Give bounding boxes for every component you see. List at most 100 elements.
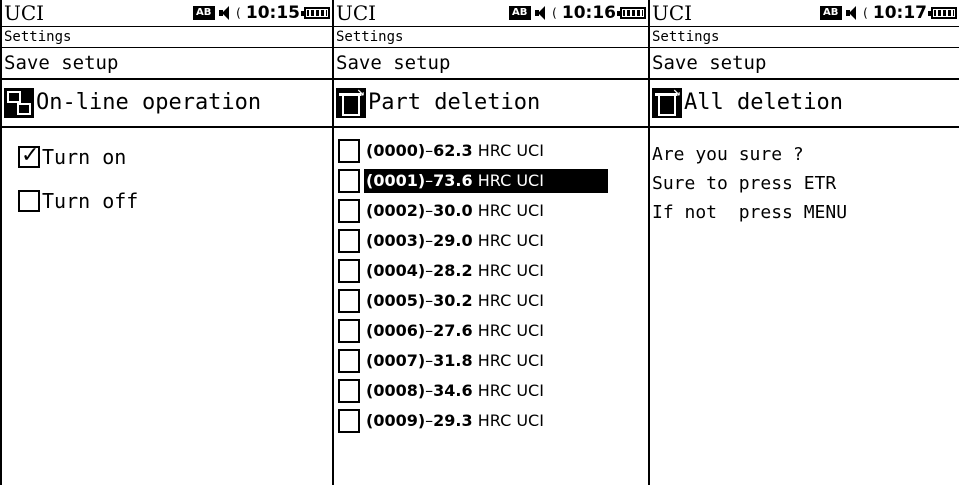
record-row[interactable]: (0006)–27.6 HRC UCI	[334, 316, 648, 346]
trash-all-icon: ↘	[652, 88, 682, 118]
app-title: UCI	[652, 1, 693, 25]
clock-time: 10:16	[561, 3, 616, 23]
record-checkbox[interactable]	[338, 379, 360, 403]
record-value: 30.2	[433, 291, 473, 310]
record-id: (0006)	[366, 321, 426, 340]
record-checkbox[interactable]	[338, 409, 360, 433]
status-bar: UCI AB ( 10:15	[2, 0, 332, 27]
online-operation-icon	[4, 88, 34, 118]
option-label: Turn off	[42, 189, 139, 213]
menu-header: ↘ Part deletion	[334, 80, 648, 128]
record-row[interactable]: (0003)–29.0 HRC UCI	[334, 226, 648, 256]
record-value: 34.6	[433, 381, 473, 400]
menu-header: On-line operation	[2, 80, 332, 128]
status-bar: UCI AB ( 10:17	[650, 0, 959, 27]
record-id: (0007)	[366, 351, 426, 370]
screen-part-deletion: UCI AB ( 10:16 Settings Save setup ↘ Par…	[332, 0, 648, 485]
record-checkbox[interactable]	[338, 139, 360, 163]
record-id: (0009)	[366, 411, 426, 430]
record-row-selected[interactable]: (0001)–73.6 HRC UCI	[334, 166, 648, 196]
record-checkbox[interactable]	[338, 289, 360, 313]
confirm-line: Sure to press ETR	[652, 173, 837, 194]
battery-icon	[928, 7, 957, 19]
save-setup-item[interactable]: Save setup	[2, 48, 332, 80]
record-text: (0006)–27.6 HRC UCI	[366, 321, 544, 340]
record-text: (0009)–29.3 HRC UCI	[366, 411, 544, 430]
record-unit: HRC UCI	[477, 291, 544, 310]
record-checkbox[interactable]	[338, 169, 360, 193]
option-label: Turn on	[42, 145, 127, 169]
record-checkbox[interactable]	[338, 319, 360, 343]
save-setup-item[interactable]: Save setup	[334, 48, 648, 80]
record-value: 29.0	[433, 231, 473, 250]
record-row[interactable]: (0008)–34.6 HRC UCI	[334, 376, 648, 406]
record-row[interactable]: (0007)–31.8 HRC UCI	[334, 346, 648, 376]
clock-time: 10:17	[872, 3, 927, 23]
record-text: (0008)–34.6 HRC UCI	[366, 381, 544, 400]
sound-wave-icon: (	[861, 6, 869, 20]
record-list: (0000)–62.3 HRC UCI (0001)–73.6 HRC UCI …	[334, 136, 648, 436]
battery-icon	[617, 7, 646, 19]
record-row[interactable]: (0009)–29.3 HRC UCI	[334, 406, 648, 436]
record-text: (0003)–29.0 HRC UCI	[366, 231, 544, 250]
input-mode-icon: AB	[508, 6, 531, 20]
breadcrumb: Settings	[2, 27, 332, 48]
checkbox-checked-icon[interactable]	[18, 143, 40, 168]
app-title: UCI	[4, 1, 45, 25]
record-row[interactable]: (0002)–30.0 HRC UCI	[334, 196, 648, 226]
save-setup-item[interactable]: Save setup	[650, 48, 959, 80]
trash-icon: ↘	[336, 88, 366, 118]
app-title: UCI	[336, 1, 377, 25]
record-id: (0003)	[366, 231, 426, 250]
sound-wave-icon: (	[550, 6, 558, 20]
option-turn-off[interactable]: Turn off	[18, 184, 332, 218]
input-mode-icon: AB	[192, 6, 215, 20]
record-value: 27.6	[433, 321, 473, 340]
status-bar: UCI AB ( 10:16	[334, 0, 648, 27]
record-checkbox[interactable]	[338, 349, 360, 373]
record-text: (0000)–62.3 HRC UCI	[366, 141, 544, 160]
record-unit: HRC UCI	[477, 201, 544, 220]
record-unit: HRC UCI	[477, 411, 544, 430]
checkbox-unchecked-icon[interactable]	[18, 190, 40, 212]
speaker-icon	[845, 5, 860, 21]
record-id: (0002)	[366, 201, 426, 220]
screen-online-operation: UCI AB ( 10:15 Settings Save setup On-li…	[0, 0, 332, 485]
record-unit: HRC UCI	[477, 261, 544, 280]
record-row[interactable]: (0005)–30.2 HRC UCI	[334, 286, 648, 316]
input-mode-icon: AB	[819, 6, 842, 20]
screen-all-deletion: UCI AB ( 10:17 Settings Save setup ↘ All…	[648, 0, 959, 485]
record-row[interactable]: (0000)–62.3 HRC UCI	[334, 136, 648, 166]
record-unit: HRC UCI	[477, 351, 544, 370]
speaker-icon	[218, 5, 233, 21]
header-title: Part deletion	[368, 90, 541, 115]
confirm-line: Are you sure ?	[652, 144, 804, 165]
record-unit: HRC UCI	[477, 321, 544, 340]
record-checkbox[interactable]	[338, 229, 360, 253]
header-title: All deletion	[684, 90, 843, 115]
record-text: (0002)–30.0 HRC UCI	[366, 201, 544, 220]
clock-time: 10:15	[245, 3, 300, 23]
record-value: 31.8	[433, 351, 473, 370]
battery-icon	[301, 7, 330, 19]
menu-header: ↘ All deletion	[650, 80, 959, 128]
record-unit: HRC UCI	[477, 171, 544, 190]
record-id: (0008)	[366, 381, 426, 400]
breadcrumb: Settings	[334, 27, 648, 48]
sound-wave-icon: (	[234, 6, 242, 20]
record-checkbox[interactable]	[338, 259, 360, 283]
record-unit: HRC UCI	[477, 231, 544, 250]
confirm-line: If not press MENU	[652, 202, 848, 223]
record-text: (0004)–28.2 HRC UCI	[366, 261, 544, 280]
breadcrumb: Settings	[650, 27, 959, 48]
record-value: 73.6	[433, 171, 473, 190]
record-value: 29.3	[433, 411, 473, 430]
record-checkbox[interactable]	[338, 199, 360, 223]
record-id: (0004)	[366, 261, 426, 280]
record-value: 30.0	[433, 201, 473, 220]
record-id: (0005)	[366, 291, 426, 310]
record-row[interactable]: (0004)–28.2 HRC UCI	[334, 256, 648, 286]
header-title: On-line operation	[36, 90, 262, 115]
option-turn-on[interactable]: Turn on	[18, 140, 332, 174]
record-unit: HRC UCI	[477, 141, 544, 160]
